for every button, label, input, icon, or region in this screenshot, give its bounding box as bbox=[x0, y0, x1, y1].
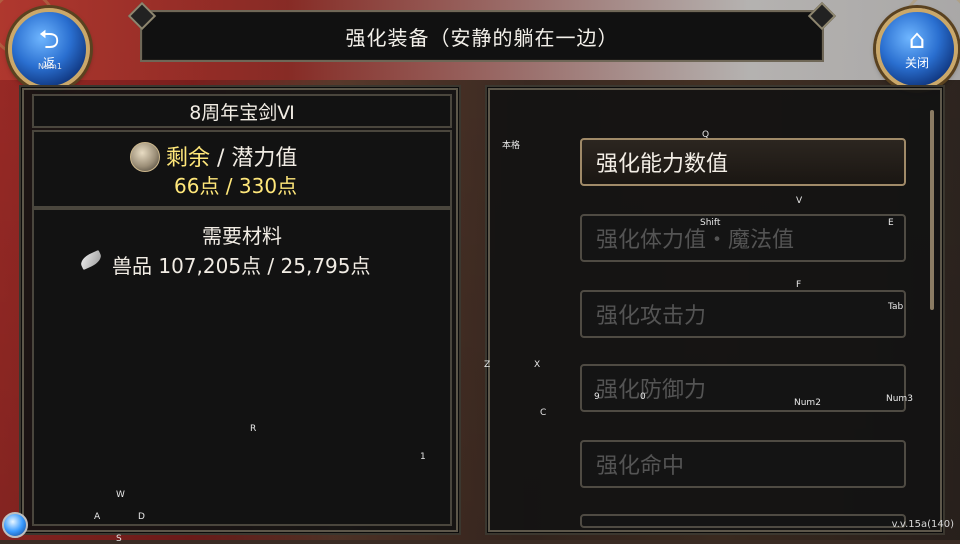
page-title: 强化装备（安静的躺在一边） bbox=[345, 25, 619, 50]
materials-title: 需要材料 bbox=[202, 224, 282, 248]
version-text: v.v.15a(140) bbox=[891, 519, 954, 530]
key-hint-1: 1 bbox=[420, 452, 426, 462]
option-enhance-attack[interactable]: 强化攻击力 bbox=[580, 290, 906, 338]
material-line: 兽品 107,205点 / 25,795点 bbox=[112, 250, 371, 279]
key-hint-w: W bbox=[116, 490, 125, 500]
material-amount: 107,205点 / 25,795点 bbox=[158, 254, 371, 278]
key-hint-9: 9 bbox=[594, 392, 600, 402]
remaining-label: 剩余 bbox=[166, 146, 211, 171]
back-button[interactable]: ⮌ 返 Num1 bbox=[8, 8, 90, 90]
options-scrollbar[interactable] bbox=[930, 110, 934, 310]
potential-value: 330点 bbox=[238, 174, 298, 198]
key-hint-d: D bbox=[138, 512, 145, 522]
close-button[interactable]: ⌂ 关闭 bbox=[876, 8, 958, 90]
materials-box: 需要材料 兽品 107,205点 / 25,795点 R 1 W A D S bbox=[32, 208, 452, 544]
potential-values: 66点 / 330点 bbox=[174, 170, 297, 199]
remaining-value: 66点 bbox=[174, 174, 220, 198]
key-hint-shift: Shift bbox=[700, 218, 721, 228]
key-hint-r: R bbox=[250, 424, 257, 434]
potential-box: 剩余 / 潜力值 66点 / 330点 bbox=[32, 130, 452, 208]
enhance-options-panel: 强化能力数值 强化体力值・魔法值 强化攻击力 强化防御力 强化命中 本格 Q V… bbox=[484, 88, 942, 532]
item-name: 8周年宝剑Ⅵ bbox=[189, 101, 295, 124]
key-hint-e: E bbox=[888, 218, 894, 228]
key-hint-s: S bbox=[116, 534, 122, 544]
key-hint-a: A bbox=[94, 512, 101, 522]
option-label: 强化体力值・魔法值 bbox=[596, 228, 795, 253]
option-label: 强化攻击力 bbox=[596, 304, 707, 329]
network-status-icon[interactable] bbox=[2, 512, 28, 538]
potential-separator: / bbox=[210, 146, 232, 171]
key-hint-num2: Num2 bbox=[794, 398, 821, 408]
potential-icon bbox=[130, 142, 160, 172]
item-name-box: 8周年宝剑Ⅵ bbox=[32, 94, 452, 128]
potential-labels: 剩余 / 潜力值 bbox=[166, 140, 297, 172]
key-hint-0: 0 bbox=[640, 392, 646, 402]
option-enhance-accuracy[interactable]: 强化命中 bbox=[580, 440, 906, 488]
close-button-label: 关闭 bbox=[904, 55, 929, 70]
key-hint-z: Z bbox=[484, 360, 491, 370]
home-icon: ⌂ bbox=[908, 24, 926, 55]
key-hint-v: V bbox=[796, 196, 803, 206]
equipment-info-panel: 8周年宝剑Ⅵ 剩余 / 潜力值 66点 / 330点 需要材料 兽品 107,2… bbox=[22, 88, 458, 544]
option-enhance-stats[interactable]: 强化能力数值 bbox=[580, 138, 906, 186]
back-key-hint: Num1 bbox=[38, 62, 62, 71]
option-enhance-hp-mp[interactable]: 强化体力值・魔法值 bbox=[580, 214, 906, 262]
potential-values-separator: / bbox=[219, 174, 239, 198]
key-hint-q: Q bbox=[702, 130, 710, 140]
return-arrow-icon: ⮌ bbox=[38, 24, 60, 55]
feather-icon bbox=[78, 249, 104, 271]
option-label: 强化命中 bbox=[596, 454, 685, 479]
key-hint-tab: Tab bbox=[888, 302, 904, 312]
key-hint-misc: 本格 bbox=[502, 141, 521, 151]
option-next-partial[interactable] bbox=[580, 514, 906, 528]
key-hint-c: C bbox=[540, 408, 547, 418]
key-hint-num3: Num3 bbox=[886, 394, 913, 404]
option-label: 强化防御力 bbox=[596, 378, 707, 403]
option-label: 强化能力数值 bbox=[596, 152, 729, 177]
title-bar: 强化装备（安静的躺在一边） bbox=[140, 10, 824, 62]
key-hint-x: X bbox=[534, 360, 541, 370]
option-enhance-defense[interactable]: 强化防御力 bbox=[580, 364, 906, 412]
key-hint-f: F bbox=[796, 280, 802, 290]
potential-label: 潜力值 bbox=[231, 146, 298, 171]
material-name: 兽品 bbox=[112, 254, 152, 278]
